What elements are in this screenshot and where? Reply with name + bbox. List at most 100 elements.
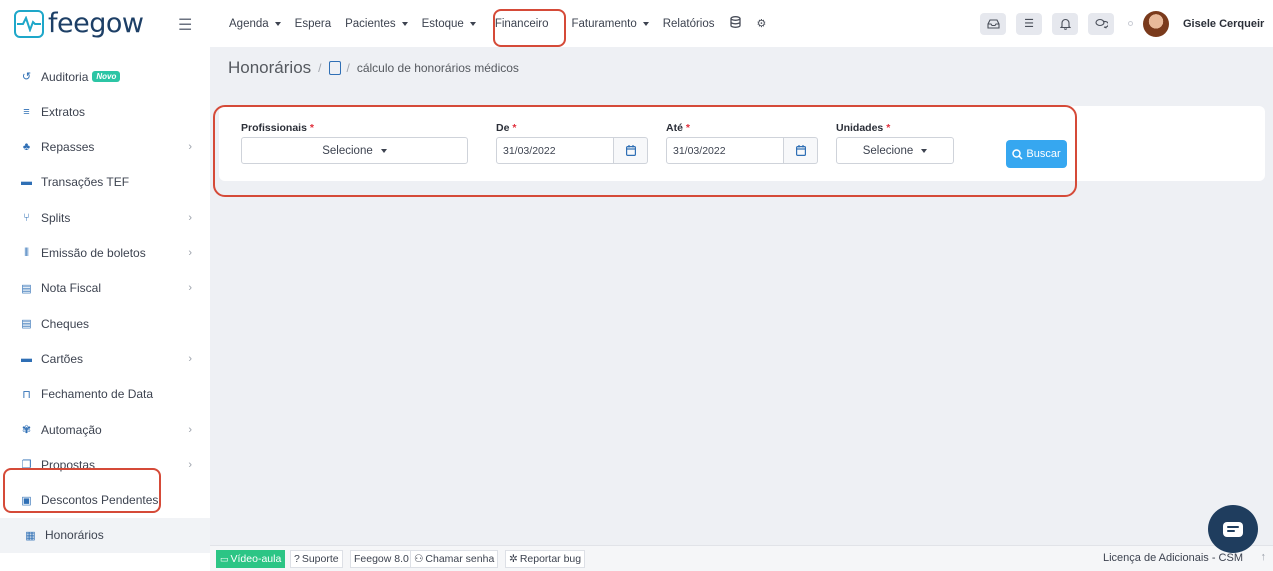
- financeiro-highlight: [493, 9, 566, 47]
- chat-bubble-icon: [1223, 521, 1243, 537]
- sidebar-item-fechamento-de-data[interactable]: ⊓ Fechamento de Data: [0, 377, 210, 412]
- breadcrumb: Honorários / / cálculo de honorários méd…: [228, 58, 519, 78]
- breadcrumb-separator: /: [318, 61, 322, 75]
- pulse-logo-icon: [14, 9, 44, 38]
- nav-estoque[interactable]: Estoque: [415, 0, 483, 47]
- caret-down-icon: [274, 21, 281, 26]
- calendar-icon: ▦: [25, 529, 36, 542]
- history-icon: ↺: [21, 71, 32, 83]
- reportar-label: Reportar bug: [519, 553, 582, 565]
- top-right-actions: ☰ Gisele Cerqueir: [980, 0, 1273, 47]
- database-icon[interactable]: [722, 16, 749, 31]
- nav-label: Relatórios: [662, 17, 715, 30]
- sidebar-item-emiss-o-de-boletos[interactable]: ⦀ Emissão de boletos ›: [0, 236, 210, 271]
- chat-widget-button[interactable]: [1208, 505, 1258, 553]
- license-text: Licença de Adicionais - CSM: [1102, 552, 1243, 564]
- sidebar-item-cheques[interactable]: ▤ Cheques: [0, 306, 210, 341]
- document-icon: ▤: [21, 282, 32, 295]
- bell-icon[interactable]: [1052, 12, 1078, 35]
- sidebar-item-label: Nota Fiscal: [41, 281, 102, 296]
- nav-agenda[interactable]: Agenda: [222, 0, 288, 47]
- sidebar-item-splits[interactable]: ⑂ Splits ›: [0, 200, 210, 235]
- honorarios-highlight: [3, 468, 161, 513]
- caret-down-icon: [469, 21, 476, 26]
- chevron-right-icon: ›: [188, 247, 192, 259]
- video-aula-button[interactable]: ▭ Vídeo-aula: [216, 550, 286, 568]
- sidebar-item-label: Cartões: [41, 351, 84, 366]
- sidebar-item-label: Extratos: [41, 104, 86, 119]
- chamar-label: Chamar senha: [425, 553, 495, 565]
- people-icon: ⚇: [414, 553, 424, 565]
- version-label: Feegow 8.0: [350, 550, 413, 568]
- username[interactable]: Gisele Cerqueir: [1183, 18, 1273, 30]
- nav-label: Pacientes: [345, 17, 396, 30]
- reportar-bug-button[interactable]: ✲ Reportar bug: [505, 550, 586, 568]
- sidebar-item-label: Fechamento de Data: [41, 387, 154, 402]
- sidebar-item-label: Cheques: [41, 316, 90, 331]
- chevron-right-icon: ›: [188, 141, 192, 154]
- gears-icon: ✾: [21, 424, 32, 436]
- sidebar-item-label: Transações TEF: [41, 175, 130, 190]
- sidebar-item-repasses[interactable]: ♣ Repasses ›: [0, 130, 210, 165]
- card-icon: ▬: [21, 352, 32, 365]
- gear-icon[interactable]: ⚙: [749, 17, 775, 30]
- barcode-icon: ⦀: [24, 246, 29, 259]
- nav-faturamento[interactable]: Faturamento: [565, 0, 656, 47]
- video-icon: ▭: [220, 553, 229, 564]
- sidebar-item-automa-o[interactable]: ✾ Automação ›: [0, 412, 210, 447]
- sidebar-item-label: Automação: [41, 422, 102, 437]
- sidebar-item-label: Auditoria: [41, 69, 89, 84]
- nav-label: Agenda: [229, 17, 269, 30]
- nav-relatorios[interactable]: Relatórios: [656, 0, 722, 47]
- chat-icon[interactable]: [1088, 12, 1114, 35]
- nav-pacientes[interactable]: Pacientes: [338, 0, 415, 47]
- sidebar-item-label: Honorários: [45, 528, 104, 543]
- hand-money-icon: ♣: [22, 141, 31, 154]
- caret-down-icon: [401, 21, 408, 26]
- split-icon: ⑂: [23, 211, 30, 224]
- chevron-right-icon: ›: [188, 282, 192, 295]
- sidebar-item-label: Emissão de boletos: [41, 246, 146, 260]
- page-subtitle: cálculo de honorários médicos: [356, 61, 519, 75]
- lock-icon: ⊓: [22, 388, 31, 401]
- page-title: Honorários: [228, 58, 312, 77]
- chevron-right-icon: ›: [188, 352, 192, 365]
- sidebar-item-nota-fiscal[interactable]: ▤ Nota Fiscal ›: [0, 271, 210, 306]
- sidebar-item-cart-es[interactable]: ▬ Cartões ›: [0, 341, 210, 376]
- menu-toggle-icon[interactable]: ☰: [178, 15, 192, 35]
- arrow-up-icon[interactable]: ↑: [1261, 551, 1267, 563]
- sidebar-item-label: Splits: [41, 210, 71, 225]
- suporte-button[interactable]: ? Suporte: [290, 550, 343, 568]
- breadcrumb-separator: /: [346, 61, 350, 75]
- nav-label: Estoque: [421, 17, 464, 30]
- new-badge: Novo: [92, 71, 121, 82]
- sidebar-item-honor-rios[interactable]: ▦ Honorários: [0, 517, 210, 553]
- check-icon: ▤: [21, 318, 32, 331]
- checklist-icon[interactable]: ☰: [1016, 12, 1042, 35]
- help-icon: ?: [294, 553, 300, 565]
- suporte-label: Suporte: [301, 553, 339, 565]
- nav-label: Faturamento: [571, 17, 637, 30]
- avatar[interactable]: [1143, 10, 1169, 37]
- chevron-right-icon: ›: [188, 423, 192, 436]
- chevron-right-icon: ›: [188, 458, 192, 471]
- video-aula-label: Vídeo-aula: [230, 553, 282, 565]
- caret-down-icon: [642, 21, 649, 26]
- top-bar: feegow ☰ Agenda Espera Pacientes Estoque…: [0, 0, 1273, 47]
- filter-highlight: [213, 105, 1077, 197]
- status-dot: [1128, 21, 1133, 26]
- sidebar-item-transa-es-tef[interactable]: ▬ Transações TEF: [0, 165, 210, 200]
- list-icon: ≡: [23, 105, 30, 118]
- calculator-icon: [328, 61, 341, 75]
- bug-icon: ✲: [509, 553, 518, 565]
- footer-bar: ▭ Vídeo-aula ? Suporte Feegow 8.0 ⚇ Chamar …: [210, 545, 1273, 571]
- nav-espera[interactable]: Espera: [288, 0, 338, 47]
- chevron-right-icon: ›: [188, 211, 192, 224]
- sidebar-item-extratos[interactable]: ≡ Extratos: [0, 94, 210, 129]
- sidebar-item-auditoria[interactable]: ↺ Auditoria Novo: [0, 59, 210, 94]
- nav-label: Espera: [294, 17, 332, 30]
- chamar-senha-button[interactable]: ⚇ Chamar senha: [410, 550, 499, 568]
- inbox-icon[interactable]: [980, 12, 1006, 35]
- brand-name: feegow: [48, 8, 144, 39]
- sidebar-item-label: Repasses: [41, 140, 95, 155]
